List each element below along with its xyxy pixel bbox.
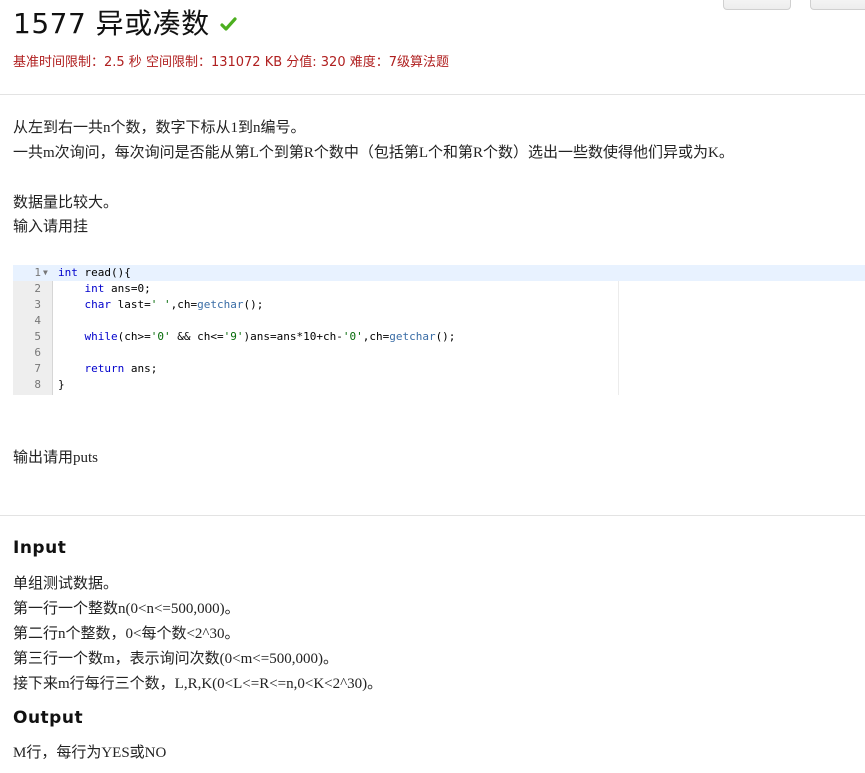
description-line: 输入请用挂 [13,219,89,235]
code-text: char last=' ',ch=getchar(); [84,298,264,311]
code-editor[interactable]: 1 ▼ int read(){ 2 int ans=0; 3 char last… [13,265,865,395]
page-title: 1577 异或凑数 [13,7,210,40]
line-number: 2 [34,282,41,295]
code-line: 4 [13,313,865,329]
line-number: 1 [34,266,41,279]
code-text: while(ch>='0' && ch<='9')ans=ans*10+ch-'… [84,330,456,343]
code-line: 3 char last=' ',ch=getchar(); [13,297,865,313]
description-line: 从左到右一共n个数，数字下标从1到n编号。 [13,120,306,136]
description-line: 一共m次询问，每次询问是否能从第L个到第R个数中（包括第L个和第R个数）选出一些… [13,145,734,161]
top-toolbar-button[interactable] [723,0,791,10]
divider [0,515,865,516]
line-number: 5 [34,330,41,343]
input-line: 第三行一个数m，表示询问次数(0<m<=500,000)。 [13,651,338,667]
code-line: 8 } [13,377,865,393]
code-line: 5 while(ch>='0' && ch<='9')ans=ans*10+ch… [13,329,865,345]
line-number: 8 [34,378,41,391]
output-heading: Output [13,708,84,728]
top-toolbar-button[interactable] [810,0,865,10]
code-line: 1 ▼ int read(){ [13,265,865,281]
problem-meta: 基准时间限制：2.5 秒 空间限制：131072 KB 分值: 320 难度：7… [13,55,450,70]
input-line: 第二行n个整数，0<每个数<2^30。 [13,626,240,642]
problem-header: 1577 异或凑数 [13,2,237,42]
line-number: 6 [34,346,41,359]
input-line: 接下来m行每行三个数，L,R,K(0<L<=R<=n,0<K<2^30)。 [13,676,383,692]
output-line: M行，每行为YES或NO [13,745,167,761]
code-text: int read(){ [58,266,131,279]
line-number: 7 [34,362,41,375]
fold-icon[interactable]: ▼ [43,265,48,281]
code-text: int ans=0; [84,282,151,295]
code-line: 2 int ans=0; [13,281,865,297]
description-line: 输出请用puts [13,450,99,466]
input-heading: Input [13,538,67,558]
line-number: 4 [34,314,41,327]
code-line: 7 return ans; [13,361,865,377]
divider [0,94,865,95]
code-text: return ans; [84,362,158,375]
description-line: 数据量比较大。 [13,195,119,211]
code-line: 6 [13,345,865,361]
line-number: 3 [34,298,41,311]
input-line: 单组测试数据。 [13,576,119,592]
code-text: } [58,378,65,391]
input-line: 第一行一个整数n(0<n<=500,000)。 [13,601,240,617]
check-icon [220,16,237,31]
